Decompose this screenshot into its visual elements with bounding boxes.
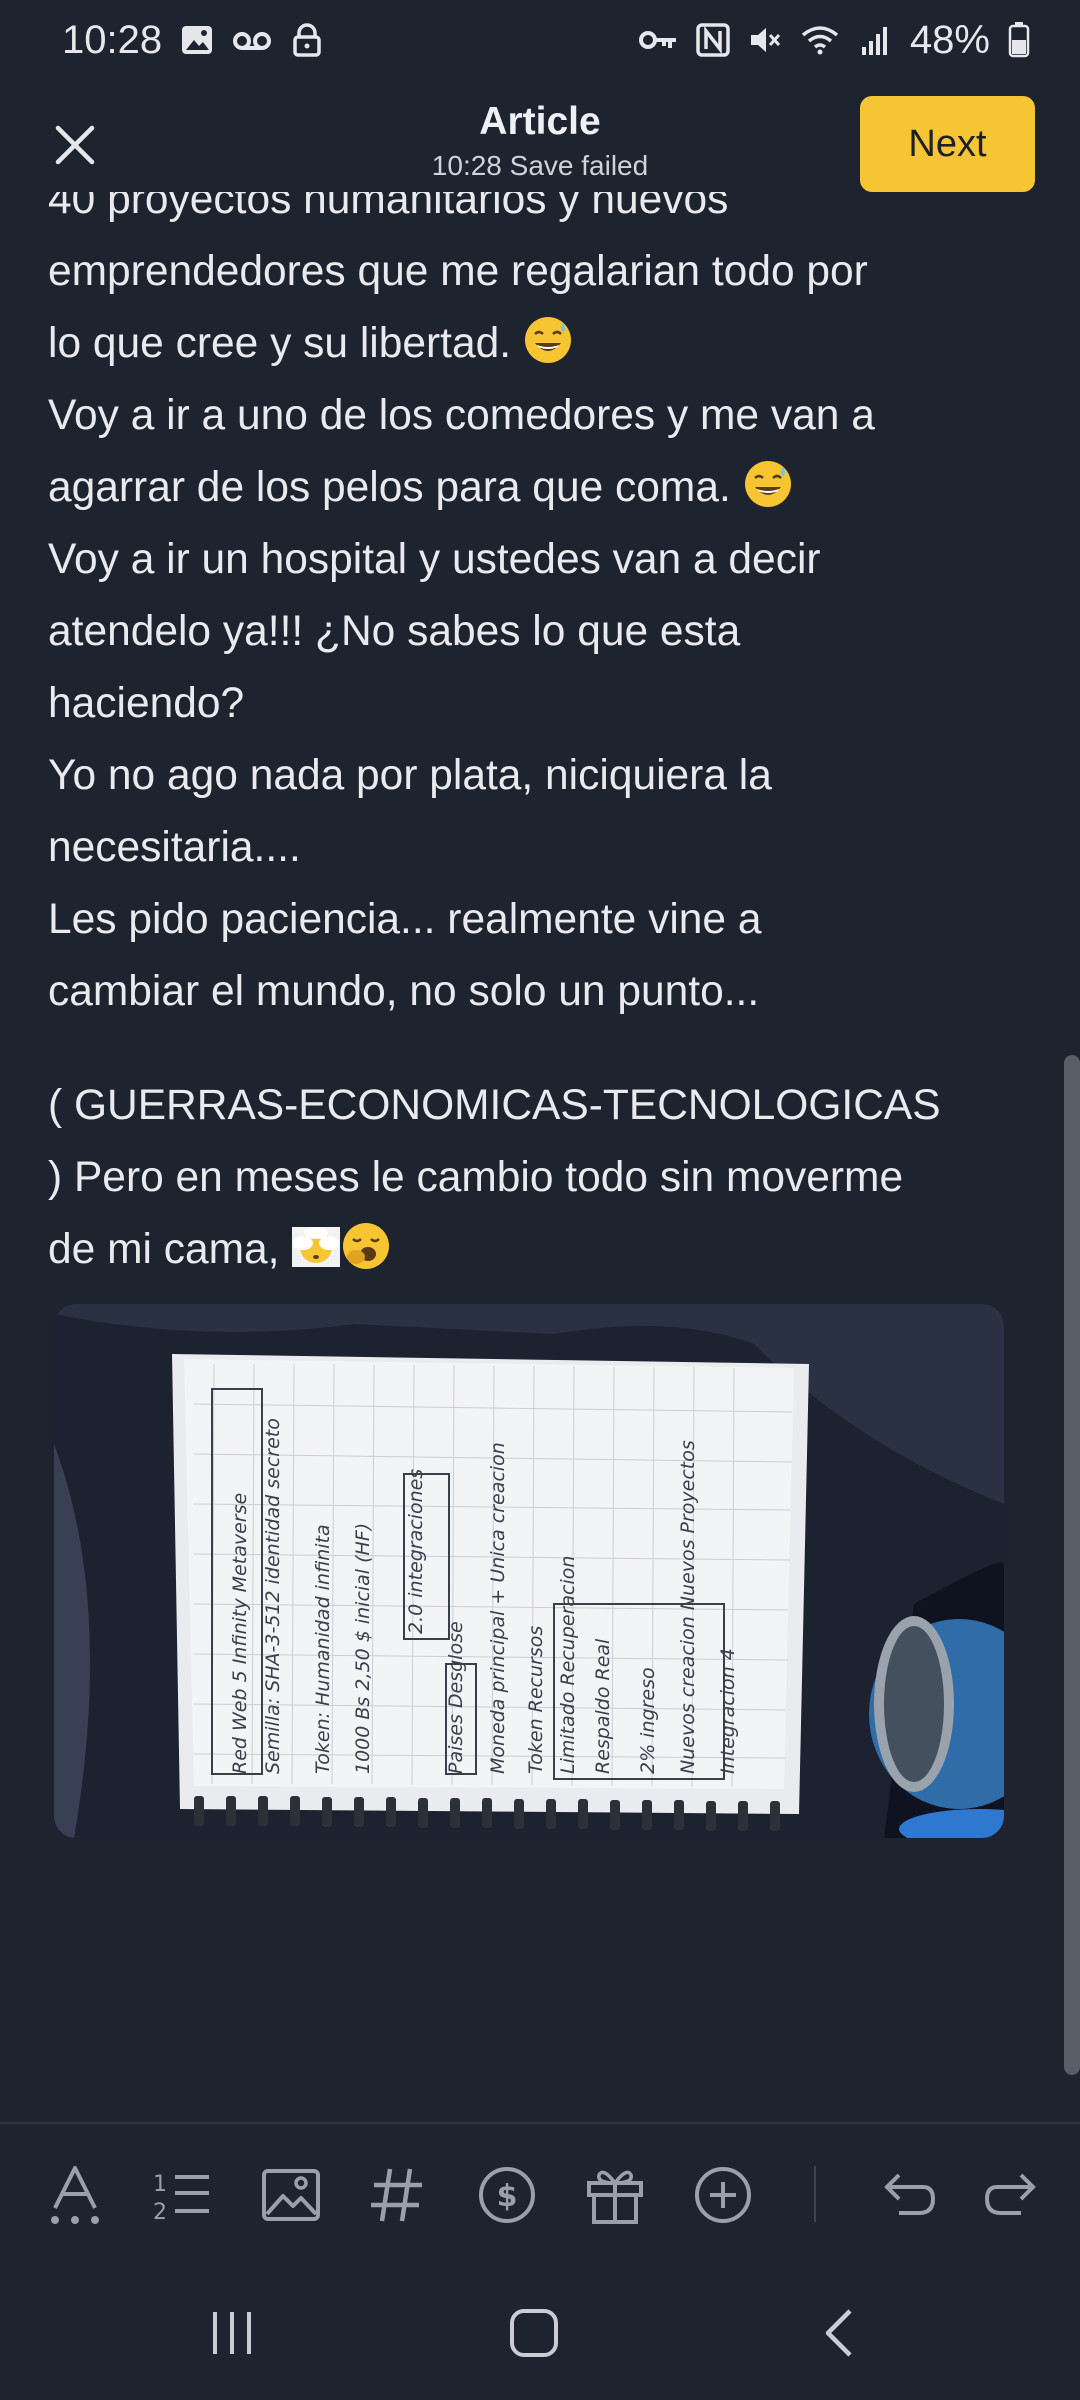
recents-button[interactable] [192, 2298, 272, 2368]
article-line: Les pido paciencia... realmente vine a [48, 896, 762, 943]
notebook-photo-image: Red Web 5 Infinity Metaverse Semilla: SH… [54, 1304, 1004, 1838]
svg-text:2: 2 [153, 2200, 167, 2223]
tip-button[interactable]: $ [476, 2164, 538, 2226]
notebook-text: Red Web 5 Infinity Metaverse [229, 1493, 251, 1774]
editor-header: Article 10:28 Save failed Next [0, 90, 1080, 200]
notebook-text: Token: Humanidad infinita [312, 1524, 334, 1774]
undo-button[interactable] [876, 2164, 938, 2226]
notebook-text: Integracion 4 [717, 1648, 739, 1774]
toolbar-divider [814, 2166, 816, 2222]
notebook-text: 2% ingreso [637, 1667, 659, 1774]
text-format-button[interactable] [44, 2164, 106, 2226]
status-right: 48% [638, 18, 1030, 63]
article-line: emprendedores que me regalarian todo por [48, 248, 868, 295]
battery-percent: 48% [909, 17, 990, 62]
article-line: ( GUERRAS-ECONOMICAS-TECNOLOGICAS [48, 1082, 941, 1129]
article-line: 40 proyectos humanitarios y nuevos [48, 192, 729, 223]
article-line: ) Pero en meses le cambio todo sin mover… [48, 1154, 904, 1201]
lock-icon [293, 23, 321, 57]
notebook-text: 1000 Bs 2,50 $ inicial (HF) [352, 1523, 374, 1774]
article-line: Voy a ir a uno de los comedores y me van… [48, 392, 875, 439]
notebook-text: Semilla: SHA-3-512 identidad secreto [262, 1418, 284, 1774]
nfc-icon [696, 23, 730, 57]
back-button[interactable] [798, 2298, 878, 2368]
status-time: 10:28 [62, 17, 163, 62]
notebook-text: Paises Desglose [445, 1621, 467, 1774]
voicemail-icon [233, 32, 272, 50]
numbered-list-button[interactable]: 1 2 [150, 2164, 212, 2226]
gift-button[interactable] [584, 2164, 646, 2226]
hashtag-icon [371, 2168, 422, 2222]
add-circle-icon [695, 2167, 751, 2223]
insert-image-button[interactable] [260, 2164, 322, 2226]
image-icon [182, 26, 213, 54]
dollar-icon: $ [479, 2167, 535, 2223]
gift-icon [587, 2170, 643, 2224]
notebook-text: Respaldo Real [592, 1638, 614, 1774]
home-icon [510, 2309, 558, 2357]
next-button[interactable]: Next [860, 96, 1035, 192]
face-in-clouds-emoji [292, 1227, 341, 1267]
grinning-sweat-emoji [744, 461, 791, 507]
article-line: agarrar de los pelos para que coma. [48, 464, 731, 511]
article-line: necesitaria.... [48, 824, 301, 871]
article-paragraph: 40 proyectos humanitarios y nuevos empre… [48, 192, 1008, 1028]
yawning-face-emoji [343, 1223, 390, 1269]
wifi-icon [801, 26, 839, 55]
article-line: cambiar el mundo, no solo un punto... [48, 968, 760, 1015]
article-line: de mi cama, [48, 1226, 280, 1273]
numbered-list-icon: 1 2 [153, 2172, 209, 2223]
image-icon [262, 2169, 320, 2221]
recents-icon [213, 2312, 251, 2354]
article-line: Yo no ago nada por plata, niciquiera la [48, 752, 772, 799]
notebook-text: 2.0 integraciones [405, 1469, 427, 1634]
grinning-sweat-emoji [524, 317, 571, 363]
home-button[interactable] [494, 2298, 574, 2368]
content-scrollbar[interactable] [1064, 1055, 1080, 2075]
mute-icon [750, 28, 781, 52]
hashtag-button[interactable] [366, 2164, 428, 2226]
notebook-text: Limitado Recuperacion [557, 1556, 579, 1774]
redo-icon [985, 2173, 1036, 2215]
article-line: atendelo ya!!! ¿No sabes lo que esta [48, 608, 741, 655]
status-bar: 10:28 48% [0, 0, 1080, 80]
text-format-icon [51, 2166, 99, 2224]
system-nav-bar [0, 2258, 1080, 2400]
status-left: 10:28 [62, 18, 324, 63]
notebook-photo[interactable]: Red Web 5 Infinity Metaverse Semilla: SH… [54, 1304, 1004, 1838]
notebook-text: Moneda principal + Unica creacion [487, 1442, 509, 1774]
article-paragraph: ( GUERRAS-ECONOMICAS-TECNOLOGICAS ) Pero… [48, 1070, 1008, 1286]
article-body[interactable]: 40 proyectos humanitarios y nuevos empre… [48, 192, 1008, 2112]
signal-icon [861, 27, 887, 55]
article-line: Voy a ir un hospital y ustedes van a dec… [48, 536, 821, 583]
article-line: haciendo? [48, 680, 245, 727]
battery-icon [1008, 22, 1030, 58]
undo-icon [884, 2173, 935, 2215]
back-icon [825, 2309, 852, 2357]
article-line: lo que cree y su libertad. [48, 320, 512, 367]
notebook-text: Token Recursos [525, 1626, 547, 1774]
editor-toolbar: 1 2 $ [0, 2122, 1080, 2258]
svg-text:$: $ [497, 2179, 518, 2214]
redo-button[interactable] [982, 2164, 1044, 2226]
key-icon [638, 31, 676, 49]
notebook-text: Nuevos creacion Nuevos Proyectos [677, 1440, 699, 1774]
add-block-button[interactable] [692, 2164, 754, 2226]
svg-text:1: 1 [153, 2172, 167, 2197]
